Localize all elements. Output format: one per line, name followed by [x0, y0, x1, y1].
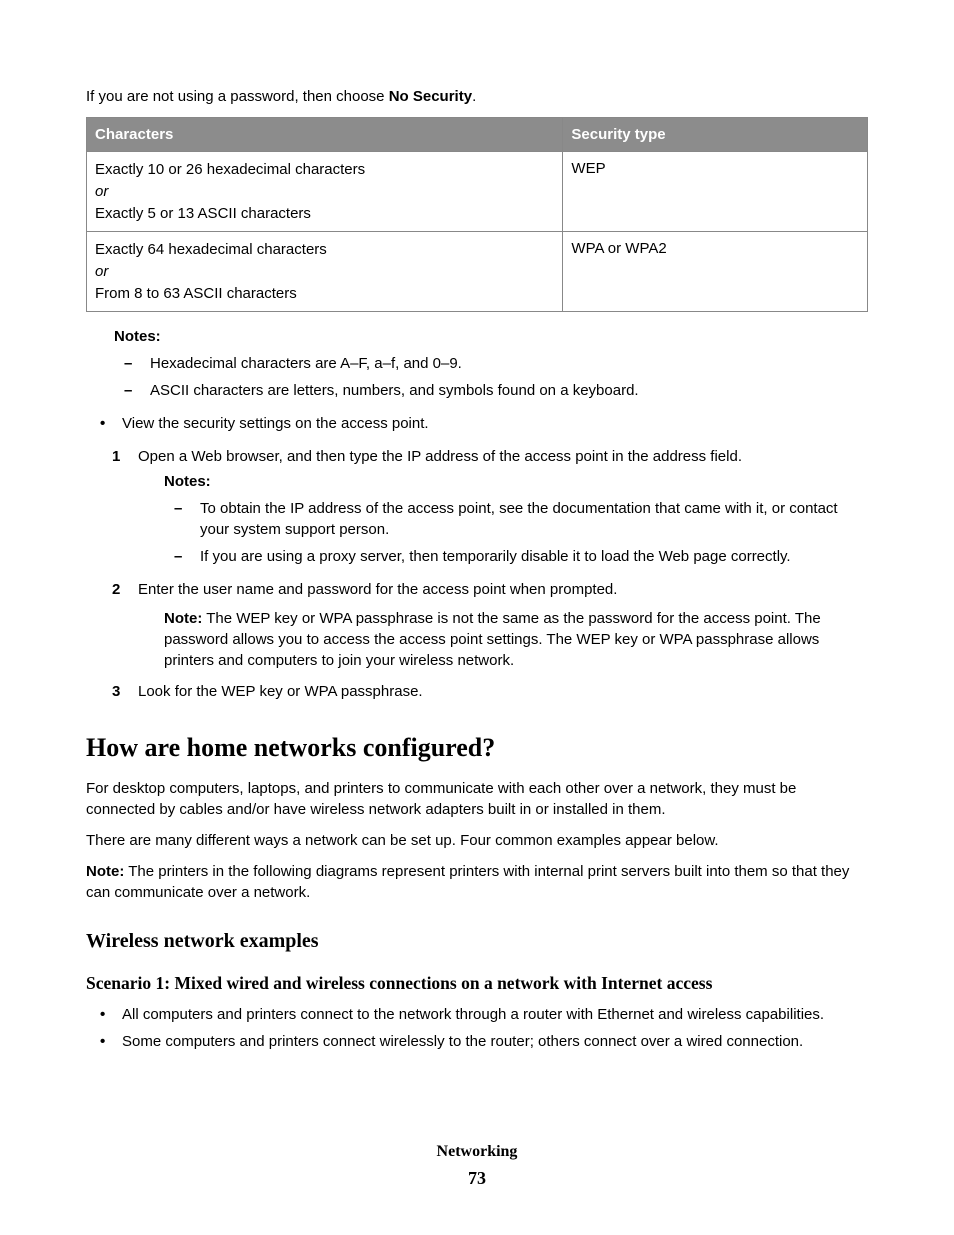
steps-list: Open a Web browser, and then type the IP… — [108, 446, 868, 702]
scenario-bullet-item: All computers and printers connect to th… — [96, 1004, 868, 1025]
intro-prefix: If you are not using a password, then ch… — [86, 88, 389, 105]
footer-section-name: Networking — [0, 1141, 954, 1163]
note-item: ASCII characters are letters, numbers, a… — [124, 380, 868, 401]
step-text: Look for the WEP key or WPA passphrase. — [138, 681, 868, 702]
intro-suffix: . — [472, 88, 476, 105]
chars-or: or — [95, 181, 554, 202]
heading-how-networks-configured: How are home networks configured? — [86, 730, 868, 766]
bullet-list: View the security settings on the access… — [96, 413, 868, 434]
footer-page-number: 73 — [0, 1166, 954, 1191]
notes-label: Notes: — [164, 471, 868, 492]
step-text: Enter the user name and password for the… — [138, 579, 868, 600]
note-item: Hexadecimal characters are A–F, a–f, and… — [124, 353, 868, 374]
step-note-item: If you are using a proxy server, then te… — [174, 546, 868, 567]
chars-line: From 8 to 63 ASCII characters — [95, 283, 554, 304]
step-text: Open a Web browser, and then type the IP… — [138, 446, 868, 467]
table-cell-characters: Exactly 64 hexadecimal characters or Fro… — [87, 232, 563, 312]
step-item: Enter the user name and password for the… — [108, 579, 868, 671]
chars-line: Exactly 10 or 26 hexadecimal characters — [95, 159, 554, 180]
body-note-paragraph: Note: The printers in the following diag… — [86, 861, 868, 903]
table-row: Exactly 10 or 26 hexadecimal characters … — [87, 152, 868, 232]
intro-line: If you are not using a password, then ch… — [86, 86, 868, 107]
body-paragraph: There are many different ways a network … — [86, 830, 868, 851]
note-label: Note: — [164, 610, 202, 627]
scenario-bullet-list: All computers and printers connect to th… — [96, 1004, 868, 1052]
security-table: Characters Security type Exactly 10 or 2… — [86, 117, 868, 312]
table-cell-characters: Exactly 10 or 26 hexadecimal characters … — [87, 152, 563, 232]
heading-scenario-1: Scenario 1: Mixed wired and wireless con… — [86, 971, 868, 996]
note-label: Note: — [86, 863, 124, 880]
bullet-item: View the security settings on the access… — [96, 413, 868, 434]
step-note-paragraph: Note: The WEP key or WPA passphrase is n… — [164, 608, 868, 671]
note-body: The printers in the following diagrams r… — [86, 863, 849, 901]
note-body: The WEP key or WPA passphrase is not the… — [164, 610, 821, 669]
notes-label: Notes: — [114, 326, 868, 347]
chars-line: Exactly 64 hexadecimal characters — [95, 239, 554, 260]
step-item: Open a Web browser, and then type the IP… — [108, 446, 868, 567]
step-note-item: To obtain the IP address of the access p… — [174, 498, 868, 540]
table-row: Exactly 64 hexadecimal characters or Fro… — [87, 232, 868, 312]
body-paragraph: For desktop computers, laptops, and prin… — [86, 778, 868, 820]
table-cell-security-type: WPA or WPA2 — [563, 232, 868, 312]
table-header-security-type: Security type — [563, 118, 868, 152]
step-notes-list: To obtain the IP address of the access p… — [174, 498, 868, 567]
step-item: Look for the WEP key or WPA passphrase. — [108, 681, 868, 702]
heading-wireless-examples: Wireless network examples — [86, 927, 868, 955]
chars-line: Exactly 5 or 13 ASCII characters — [95, 203, 554, 224]
notes-list: Hexadecimal characters are A–F, a–f, and… — [124, 353, 868, 401]
intro-bold: No Security — [389, 88, 472, 105]
table-cell-security-type: WEP — [563, 152, 868, 232]
page-footer: Networking 73 — [0, 1141, 954, 1191]
table-header-characters: Characters — [87, 118, 563, 152]
scenario-bullet-item: Some computers and printers connect wire… — [96, 1031, 868, 1052]
chars-or: or — [95, 261, 554, 282]
